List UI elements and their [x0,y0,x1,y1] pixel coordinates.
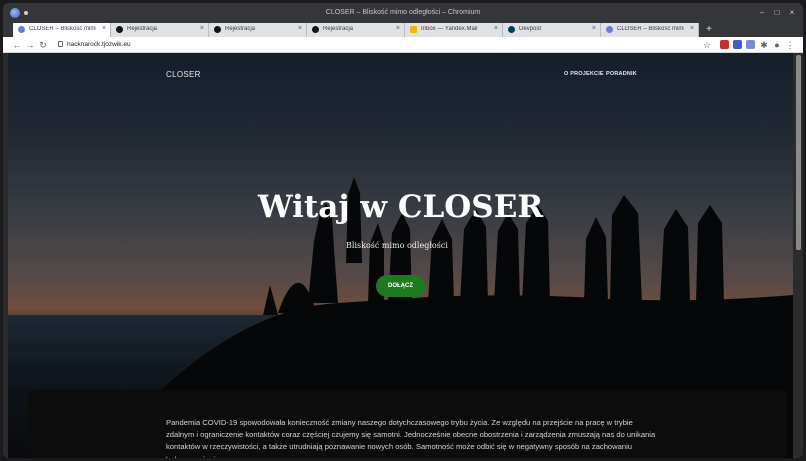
extensions-puzzle-icon[interactable]: ✱ [758,39,770,51]
window-title: CLOSER – Bliskość mimo odległości – Chro… [325,9,481,16]
hero-section: CLOSER O PROJEKCIE PORADNIK Witaj w CLOS… [8,53,793,458]
tab-devpost[interactable]: Devpost × [503,23,601,37]
extension-icon[interactable] [733,40,742,49]
tab-label: Rejestracja [225,26,256,32]
new-tab-button[interactable]: + [703,24,715,36]
devpost-icon [508,26,515,33]
profile-avatar-icon[interactable]: ● [771,39,783,51]
site-logo[interactable]: CLOSER [166,70,201,79]
tab-strip: CLOSER – Bliskość mimo odległości × Reje… [3,23,803,37]
close-tab-icon[interactable]: × [494,25,498,32]
page-scrollbar[interactable] [794,53,803,458]
close-tab-icon[interactable]: × [298,25,302,32]
tab-label: Inbox — Yandex.Mail [421,26,478,32]
github-icon [312,26,319,33]
ublock-extension-icon[interactable] [720,40,729,49]
github-icon [214,26,221,33]
forward-icon[interactable]: → [24,39,36,51]
tab-rejestracja[interactable]: Rejestracja × [307,23,405,37]
globe-icon [606,26,613,33]
globe-icon [18,26,25,33]
menu-kebab-icon[interactable]: ⋮ [784,39,796,51]
close-tab-icon[interactable]: × [690,25,694,32]
nav-link-poradnik[interactable]: PORADNIK [606,71,637,77]
close-window-icon[interactable]: × [786,7,798,19]
tab-label: Rejestracja [323,26,354,32]
intro-paragraph: Pandemia COVID-19 spowodowała koniecznoś… [166,418,656,458]
tab-closer[interactable]: CLOSER – Bliskość mimo odległości × [13,23,111,37]
bookmark-star-icon[interactable]: ☆ [701,39,713,51]
tab-label: Devpost [519,26,542,32]
address-bar[interactable]: hacknarock.tjozwik.eu [55,39,715,51]
title-bar: CLOSER – Bliskość mimo odległości – Chro… [3,3,803,23]
close-tab-icon[interactable]: × [396,25,400,32]
url-text: hacknarock.tjozwik.eu [67,41,131,48]
minimize-icon[interactable]: – [756,7,768,19]
close-tab-icon[interactable]: × [200,25,204,32]
close-tab-icon[interactable]: × [102,25,106,32]
maximize-icon[interactable]: □ [771,7,783,19]
hero-title: Witaj w CLOSER [257,189,544,225]
browser-toolbar: ← → ↻ hacknarock.tjozwik.eu ☆ ✱ ● ⋮ [3,37,803,53]
tab-label: Rejestracja [127,26,158,32]
tab-label: CLOSER – Bliskość mimo odległości [617,26,684,32]
join-button[interactable]: DOŁĄCZ [376,275,425,297]
back-icon[interactable]: ← [11,39,23,51]
browser-window: CLOSER – Bliskość mimo odległości – Chro… [3,3,803,458]
page-viewport: CLOSER O PROJEKCIE PORADNIK Witaj w CLOS… [3,53,803,458]
intro-card: Pandemia COVID-19 spowodowała koniecznoś… [28,390,787,458]
tab-rejestracja[interactable]: Rejestracja × [209,23,307,37]
hero-subtitle: Bliskość mimo odległości [346,241,448,250]
reload-icon[interactable]: ↻ [37,39,49,51]
tab-label: CLOSER – Bliskość mimo odległości [29,26,96,32]
tab-rejestracja[interactable]: Rejestracja × [111,23,209,37]
nav-link-o-projekcie[interactable]: O PROJEKCIE [564,71,604,77]
tab-closer[interactable]: CLOSER – Bliskość mimo odległości × [601,23,699,37]
github-icon [116,26,123,33]
scrollbar-thumb[interactable] [796,55,801,250]
close-tab-icon[interactable]: × [592,25,596,32]
extension-icon[interactable] [746,40,755,49]
lock-icon [58,41,63,47]
mail-icon [410,26,417,33]
tab-yandex-mail[interactable]: Inbox — Yandex.Mail × [405,23,503,37]
